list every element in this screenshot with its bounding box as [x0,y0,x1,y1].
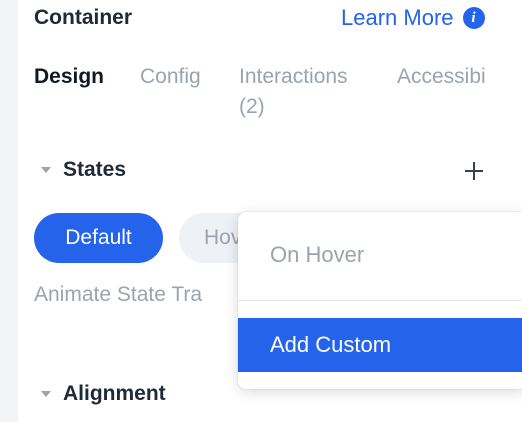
learn-more-link[interactable]: Learn More i [341,5,485,31]
menu-item-add-custom[interactable]: Add Custom [238,318,522,372]
add-state-dropdown: On Hover Add Custom [238,212,522,389]
state-pill-default[interactable]: Default [34,213,163,263]
tab-interactions[interactable]: Interactions (2) [239,62,348,122]
add-state-button[interactable] [460,157,488,185]
learn-more-label: Learn More [341,5,454,30]
menu-item-on-hover[interactable]: On Hover [238,240,522,270]
panel-title: Container [34,6,133,29]
plus-icon [465,162,483,180]
info-icon: i [462,7,485,29]
menu-divider [238,300,522,301]
alignment-section-header[interactable]: Alignment [34,382,166,406]
chevron-down-icon [41,167,51,173]
tab-accessibility[interactable]: Accessibi [397,62,486,92]
tab-design[interactable]: Design [34,62,104,92]
alignment-title: Alignment [63,382,166,405]
tab-config[interactable]: Config [140,62,201,92]
tab-interactions-count: (2) [239,95,265,118]
chevron-down-icon [41,391,51,397]
animate-state-transitions-label: Animate State Tra [34,283,203,306]
states-section-header[interactable]: States [34,158,126,182]
properties-panel: Container Learn More i Design Config Int… [18,0,522,422]
tab-interactions-label: Interactions [239,65,348,88]
states-title: States [63,158,127,181]
